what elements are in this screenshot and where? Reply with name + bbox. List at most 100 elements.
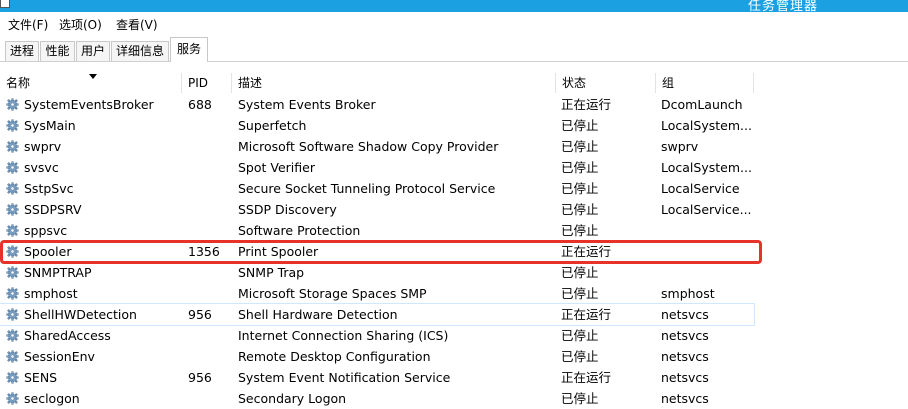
group-cell: netsvcs bbox=[661, 349, 709, 364]
tab-performance[interactable]: 性能 bbox=[40, 41, 75, 61]
description-cell: System Events Broker bbox=[238, 97, 376, 112]
pid-cell bbox=[188, 199, 232, 220]
tab-users[interactable]: 用户 bbox=[76, 41, 110, 61]
gear-icon bbox=[6, 329, 19, 342]
gear-icon bbox=[6, 98, 19, 111]
group-cell: netsvcs bbox=[661, 370, 709, 385]
table-row[interactable]: SSDPSRV SSDP Discovery 已停止 LocalService.… bbox=[0, 199, 754, 220]
pid-cell: 956 bbox=[188, 307, 212, 322]
status-cell: 已停止 bbox=[561, 160, 599, 175]
menu-options[interactable]: 选项(O) bbox=[59, 16, 102, 33]
pid-cell bbox=[188, 283, 232, 304]
service-name-cell: ShellHWDetection bbox=[24, 307, 137, 322]
table-row[interactable]: svsvc Spot Verifier 已停止 LocalSystem... bbox=[0, 157, 754, 178]
group-cell: netsvcs bbox=[661, 391, 709, 406]
menu-view[interactable]: 查看(V) bbox=[116, 16, 158, 33]
column-header-description[interactable]: 描述 bbox=[232, 73, 556, 93]
service-name-cell: SysMain bbox=[24, 118, 76, 133]
description-cell: Print Spooler bbox=[238, 244, 319, 259]
group-cell: swprv bbox=[661, 139, 699, 154]
table-row[interactable]: SharedAccess Internet Connection Sharing… bbox=[0, 325, 754, 346]
pid-cell bbox=[188, 136, 232, 157]
table-row[interactable]: SystemEventsBroker 688 System Events Bro… bbox=[0, 94, 754, 115]
gear-icon bbox=[6, 182, 19, 195]
status-cell: 已停止 bbox=[561, 202, 599, 217]
table-row[interactable]: SNMPTRAP SNMP Trap 已停止 bbox=[0, 262, 754, 283]
pid-cell bbox=[188, 178, 232, 199]
sort-descending-icon bbox=[89, 74, 97, 79]
tab-divider bbox=[0, 61, 908, 62]
group-cell: LocalService... bbox=[661, 202, 752, 217]
description-cell: Superfetch bbox=[238, 118, 307, 133]
service-name-cell: smphost bbox=[24, 286, 78, 301]
gear-icon bbox=[6, 266, 19, 279]
status-cell: 已停止 bbox=[561, 118, 599, 133]
service-name-cell: swprv bbox=[24, 139, 62, 154]
table-row[interactable]: seclogon Secondary Logon 已停止 netsvcs bbox=[0, 388, 754, 409]
description-cell: Software Protection bbox=[238, 223, 361, 238]
gear-icon bbox=[6, 287, 19, 300]
status-cell: 正在运行 bbox=[561, 370, 612, 385]
pid-cell: 688 bbox=[188, 97, 212, 112]
status-cell: 正在运行 bbox=[561, 307, 612, 322]
pid-cell bbox=[188, 157, 232, 178]
status-cell: 已停止 bbox=[561, 265, 599, 280]
table-row[interactable]: Spooler 1356 Print Spooler 正在运行 bbox=[0, 241, 754, 262]
table-header: 名称 PID 描述 状态 组 bbox=[0, 73, 908, 93]
table-row[interactable]: SENS 956 System Event Notification Servi… bbox=[0, 367, 754, 388]
tab-details[interactable]: 详细信息 bbox=[111, 41, 169, 61]
service-name-cell: SharedAccess bbox=[24, 328, 111, 343]
description-cell: Spot Verifier bbox=[238, 160, 315, 175]
pid-cell: 956 bbox=[188, 370, 212, 385]
title-bar: 任务管理器 bbox=[0, 0, 908, 12]
description-cell: Internet Connection Sharing (ICS) bbox=[238, 328, 449, 343]
table-row[interactable]: swprv Microsoft Software Shadow Copy Pro… bbox=[0, 136, 754, 157]
status-cell: 已停止 bbox=[561, 349, 599, 364]
service-name-cell: SENS bbox=[24, 370, 58, 385]
tab-services[interactable]: 服务 bbox=[170, 37, 208, 62]
gear-icon bbox=[6, 308, 19, 321]
status-cell: 已停止 bbox=[561, 286, 599, 301]
tab-processes[interactable]: 进程 bbox=[5, 41, 39, 61]
status-cell: 已停止 bbox=[561, 139, 599, 154]
group-cell: netsvcs bbox=[661, 328, 709, 343]
app-icon[interactable] bbox=[0, 0, 10, 8]
group-cell: netsvcs bbox=[661, 307, 709, 322]
status-cell: 正在运行 bbox=[561, 97, 612, 112]
description-cell: Secure Socket Tunneling Protocol Service bbox=[238, 181, 496, 196]
table-row[interactable]: SstpSvc Secure Socket Tunneling Protocol… bbox=[0, 178, 754, 199]
table-row[interactable]: smphost Microsoft Storage Spaces SMP 已停止… bbox=[0, 283, 754, 304]
service-name-cell: Spooler bbox=[24, 244, 72, 259]
pid-cell bbox=[188, 388, 232, 409]
table-row[interactable]: SessionEnv Remote Desktop Configuration … bbox=[0, 346, 754, 367]
column-header-status[interactable]: 状态 bbox=[556, 73, 656, 93]
group-cell: LocalSystem... bbox=[661, 118, 752, 133]
description-cell: SSDP Discovery bbox=[238, 202, 337, 217]
description-cell: Microsoft Software Shadow Copy Provider bbox=[238, 139, 499, 154]
table-row[interactable]: SysMain Superfetch 已停止 LocalSystem... bbox=[0, 115, 754, 136]
status-cell: 已停止 bbox=[561, 391, 599, 406]
group-cell: smphost bbox=[661, 286, 715, 301]
gear-icon bbox=[6, 203, 19, 216]
description-cell: Microsoft Storage Spaces SMP bbox=[238, 286, 427, 301]
menu-bar: 文件(F) 选项(O) 查看(V) bbox=[0, 12, 908, 35]
window-title: 任务管理器 bbox=[748, 0, 819, 12]
column-header-pid[interactable]: PID bbox=[182, 73, 232, 93]
group-cell: LocalSystem... bbox=[661, 160, 752, 175]
menu-file[interactable]: 文件(F) bbox=[8, 16, 48, 33]
table-row[interactable]: ShellHWDetection 956 Shell Hardware Dete… bbox=[0, 303, 755, 326]
description-cell: Remote Desktop Configuration bbox=[238, 349, 431, 364]
status-cell: 已停止 bbox=[561, 223, 599, 238]
pid-cell bbox=[188, 262, 232, 283]
service-name-cell: SessionEnv bbox=[24, 349, 95, 364]
table-row[interactable]: sppsvc Software Protection 已停止 bbox=[0, 220, 754, 241]
service-name-cell: SNMPTRAP bbox=[24, 265, 92, 280]
gear-icon bbox=[6, 392, 19, 405]
pid-cell bbox=[188, 346, 232, 367]
description-cell: Shell Hardware Detection bbox=[238, 307, 398, 322]
gear-icon bbox=[6, 350, 19, 363]
pid-cell: 1356 bbox=[188, 244, 220, 259]
gear-icon bbox=[6, 224, 19, 237]
column-header-group[interactable]: 组 bbox=[656, 73, 754, 93]
status-cell: 已停止 bbox=[561, 181, 599, 196]
